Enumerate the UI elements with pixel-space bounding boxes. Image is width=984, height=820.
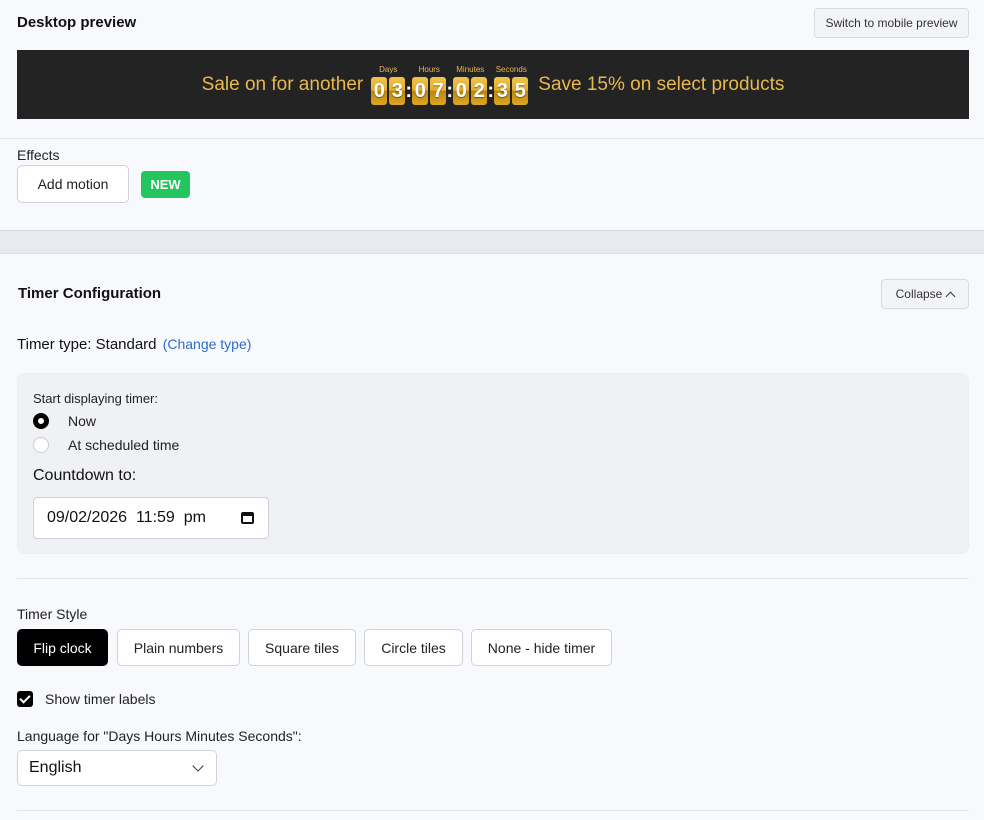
timer-label-hours: Hours bbox=[418, 64, 440, 74]
countdown-to-label: Countdown to: bbox=[33, 467, 137, 484]
change-type-link[interactable]: (Change type) bbox=[163, 336, 252, 352]
style-circle-tiles-button[interactable]: Circle tiles bbox=[364, 629, 463, 666]
preview-title: Desktop preview bbox=[17, 14, 137, 31]
timer-digit: 0 bbox=[453, 76, 470, 105]
timer-unit-seconds: Seconds 3 5 bbox=[494, 64, 529, 105]
timer-digit: 3 bbox=[389, 76, 406, 105]
radio-scheduled[interactable] bbox=[33, 437, 49, 453]
language-label: Language for "Days Hours Minutes Seconds… bbox=[17, 728, 302, 744]
banner-text-after: Save 15% on select products bbox=[538, 73, 785, 95]
timer-label-minutes: Minutes bbox=[456, 64, 485, 74]
chevron-down-icon bbox=[192, 760, 204, 772]
chevron-up-icon bbox=[945, 291, 956, 301]
divider bbox=[0, 138, 984, 139]
timer-digit: 0 bbox=[371, 76, 388, 105]
style-none-button[interactable]: None - hide timer bbox=[471, 629, 612, 666]
timer-digit: 2 bbox=[471, 76, 488, 105]
switch-mobile-preview-button[interactable]: Switch to mobile preview bbox=[814, 8, 969, 38]
timer-configuration-title: Timer Configuration bbox=[18, 285, 162, 302]
collapse-label: Collapse bbox=[895, 287, 943, 301]
timer-unit-days: Days 0 3 bbox=[371, 64, 406, 105]
calendar-icon[interactable] bbox=[241, 512, 254, 524]
collapse-button[interactable]: Collapse bbox=[881, 279, 969, 309]
countdown-banner: Sale on for another Days 0 3 : Hours 0 7… bbox=[17, 50, 969, 119]
timer-digit: 5 bbox=[512, 76, 529, 105]
timer-digit: 3 bbox=[494, 76, 511, 105]
divider bbox=[17, 578, 969, 579]
timer-type-label: Timer type: bbox=[17, 336, 92, 353]
language-value: English bbox=[29, 759, 82, 776]
timer-digit: 7 bbox=[430, 76, 447, 105]
show-labels-label: Show timer labels bbox=[45, 691, 156, 707]
show-labels-row[interactable]: Show timer labels bbox=[17, 691, 156, 707]
add-motion-button[interactable]: Add motion bbox=[17, 165, 129, 203]
style-flip-clock-button[interactable]: Flip clock bbox=[17, 629, 108, 666]
timer-colon: : bbox=[405, 79, 413, 102]
countdown-datetime-input[interactable]: 09/02/2026 11:59 pm bbox=[33, 497, 269, 539]
timer-digit: 0 bbox=[412, 76, 429, 105]
style-plain-numbers-button[interactable]: Plain numbers bbox=[117, 629, 240, 666]
flip-timer: Days 0 3 : Hours 0 7 : Minutes 0 2 : Sec… bbox=[371, 64, 529, 105]
banner-text-before: Sale on for another bbox=[201, 73, 364, 95]
timer-colon: : bbox=[487, 79, 495, 102]
timer-style-label: Timer Style bbox=[17, 606, 88, 622]
radio-now[interactable] bbox=[33, 413, 49, 429]
countdown-datetime-value: 09/02/2026 11:59 pm bbox=[47, 509, 206, 526]
new-badge: NEW bbox=[141, 171, 190, 198]
start-displaying-label: Start displaying timer: bbox=[33, 391, 158, 406]
style-square-tiles-button[interactable]: Square tiles bbox=[248, 629, 356, 666]
timer-label-seconds: Seconds bbox=[495, 64, 527, 74]
radio-scheduled-label: At scheduled time bbox=[68, 437, 180, 453]
timer-label-days: Days bbox=[379, 64, 398, 74]
timer-unit-hours: Hours 0 7 bbox=[412, 64, 447, 105]
divider bbox=[17, 810, 969, 811]
timer-type-value: Standard bbox=[95, 336, 157, 353]
section-separator-band bbox=[0, 230, 984, 254]
radio-now-row[interactable]: Now bbox=[33, 413, 96, 429]
language-select[interactable]: English bbox=[17, 750, 217, 786]
effects-label: Effects bbox=[17, 147, 60, 163]
radio-now-label: Now bbox=[68, 413, 97, 429]
timer-unit-minutes: Minutes 0 2 bbox=[453, 64, 488, 105]
show-labels-checkbox[interactable] bbox=[17, 691, 33, 707]
timer-colon: : bbox=[446, 79, 454, 102]
timer-type-row: Timer type: Standard (Change type) bbox=[17, 336, 251, 353]
radio-scheduled-row[interactable]: At scheduled time bbox=[33, 437, 179, 453]
